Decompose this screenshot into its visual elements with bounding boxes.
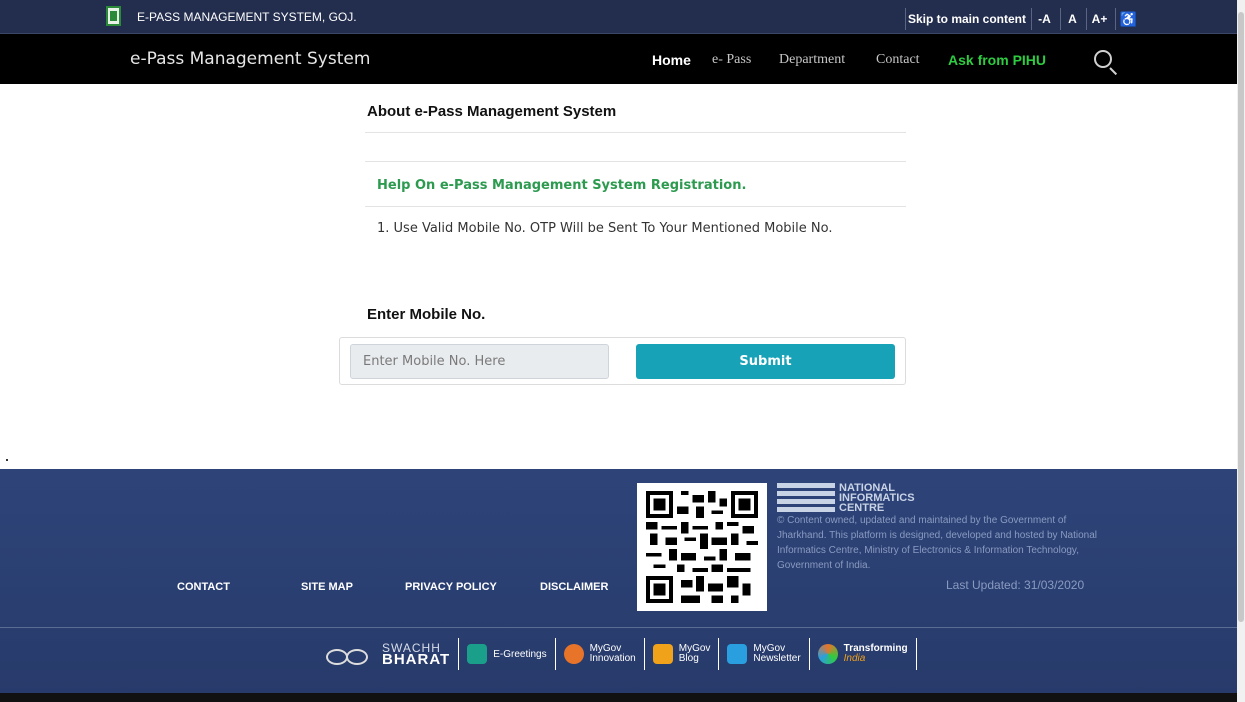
blog-line-2: Blog — [678, 653, 699, 664]
skip-to-main-link[interactable]: Skip to main content — [905, 8, 1028, 30]
search-icon[interactable] — [1094, 50, 1112, 68]
main-navbar: e-Pass Management System Home e- Pass De… — [0, 34, 1237, 84]
footer-link-privacy[interactable]: PRIVACY POLICY — [405, 581, 497, 593]
nav-ask-pihu[interactable]: Ask from PIHU — [948, 52, 1046, 68]
transforming-line-2: India — [843, 653, 866, 664]
nic-line-3: CENTRE — [839, 502, 885, 514]
innovation-bulb-icon — [563, 644, 584, 664]
site-name: E-PASS MANAGEMENT SYSTEM, GOJ. — [137, 10, 357, 24]
font-decrease-button[interactable]: -A — [1031, 8, 1057, 30]
qr-code-image — [637, 483, 767, 611]
egreetings-label: E-Greetings — [493, 648, 547, 660]
nic-logo: NATIONAL INFORMATICS CENTRE — [777, 483, 915, 514]
partner-swachh-bharat[interactable]: SWACHH BHARAT — [314, 638, 460, 670]
nav-department[interactable]: Department — [779, 52, 845, 68]
newsletter-icon — [727, 644, 748, 664]
divider — [365, 132, 906, 133]
goj-emblem-icon — [106, 6, 121, 26]
about-title: About e-Pass Management System — [367, 103, 617, 120]
last-updated: Last Updated: 31/03/2020 — [946, 578, 1085, 592]
egreetings-icon — [467, 644, 488, 664]
help-title: Help On e-Pass Management System Registr… — [377, 178, 747, 193]
footer-link-contact[interactable]: CONTACT — [177, 581, 230, 593]
brand-title[interactable]: e-Pass Management System — [130, 49, 370, 69]
nav-epass[interactable]: e- Pass — [712, 52, 751, 68]
mobile-title: Enter Mobile No. — [367, 306, 486, 323]
accessibility-icon[interactable]: ♿ — [1115, 8, 1141, 30]
footer-link-sitemap[interactable]: SITE MAP — [301, 581, 353, 593]
top-utility-bar: E-PASS MANAGEMENT SYSTEM, GOJ. Skip to m… — [0, 0, 1237, 34]
swachh-line-2: BHARAT — [382, 651, 451, 668]
footer-bottom-strip — [0, 693, 1237, 702]
submit-button[interactable]: Submit — [636, 344, 895, 379]
footer-link-disclaimer[interactable]: DISCLAIMER — [540, 581, 608, 593]
newsletter-line-2: Newsletter — [753, 653, 801, 664]
blog-icon — [652, 644, 673, 664]
help-item: 1. Use Valid Mobile No. OTP Will be Sent… — [377, 221, 833, 236]
innovation-line-2: Innovation — [589, 653, 636, 664]
qr-code-graphic — [646, 491, 758, 603]
font-increase-button[interactable]: A+ — [1086, 8, 1112, 30]
mobile-number-input[interactable] — [350, 344, 609, 379]
partner-links: SWACHH BHARAT E-Greetings MyGov Innovati… — [314, 632, 917, 676]
nav-contact[interactable]: Contact — [876, 52, 920, 68]
font-normal-button[interactable]: A — [1060, 8, 1084, 30]
scrollbar-thumb[interactable] — [1238, 12, 1244, 622]
partner-mygov-innovation[interactable]: MyGov Innovation — [556, 638, 645, 670]
partner-egreetings[interactable]: E-Greetings — [459, 638, 556, 670]
mobile-form: Submit — [339, 337, 906, 385]
nic-logo-mark-icon — [777, 483, 835, 513]
nav-home[interactable]: Home — [652, 52, 691, 68]
partner-mygov-blog[interactable]: MyGov Blog — [645, 638, 720, 670]
partner-transforming-india[interactable]: Transforming India — [810, 638, 917, 670]
stray-dot — [6, 459, 8, 461]
partner-mygov-newsletter[interactable]: MyGov Newsletter — [719, 638, 810, 670]
transforming-india-icon — [817, 644, 838, 664]
footer-divider — [0, 627, 1237, 628]
page-scrollbar[interactable] — [1237, 0, 1245, 702]
help-panel: Help On e-Pass Management System Registr… — [365, 161, 906, 207]
nic-description: © Content owned, updated and maintained … — [777, 515, 1098, 571]
swachh-glasses-icon — [322, 645, 376, 665]
footer: CONTACT SITE MAP PRIVACY POLICY DISCLAIM… — [0, 469, 1237, 702]
